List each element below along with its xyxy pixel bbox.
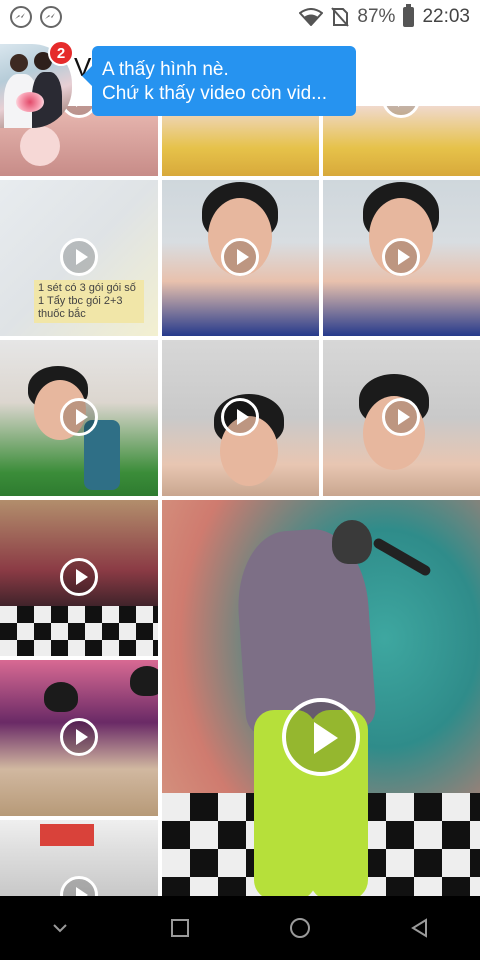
messenger-icon: [10, 6, 32, 28]
chat-head[interactable]: 2: [0, 40, 74, 128]
play-icon: [60, 398, 98, 436]
no-sim-icon: [331, 7, 350, 27]
unread-badge: 2: [48, 40, 74, 66]
wifi-icon: [299, 8, 324, 26]
message-line-1: A thấy hình nè.: [102, 59, 229, 80]
chat-head-message-bubble[interactable]: A thấy hình nè. Chứ k thấy video còn vid…: [82, 46, 356, 116]
media-tile[interactable]: [162, 106, 319, 176]
messenger-icon: [40, 6, 62, 28]
gallery-screen: 87% 22:03 Vi 2 A thấy hình nè. Chứ k thấ…: [0, 0, 480, 960]
message-line-2: Chứ k thấy video còn vid...: [102, 83, 327, 104]
play-icon: [60, 238, 98, 276]
battery-percent: 87%: [357, 6, 396, 27]
play-icon: [221, 238, 259, 276]
play-icon: [221, 398, 259, 436]
play-icon: [282, 698, 360, 776]
chevron-down-icon[interactable]: [30, 898, 90, 958]
play-icon: [382, 238, 420, 276]
play-icon: [60, 718, 98, 756]
status-bar: 87% 22:03: [0, 0, 480, 34]
tile-caption: 1 sét có 3 gói gói số 1 Tẩy tbc gói 2+3 …: [34, 280, 144, 323]
back-icon[interactable]: [390, 898, 450, 958]
recent-apps-icon[interactable]: [150, 898, 210, 958]
navigation-bar: [0, 896, 480, 960]
clock: 22:03: [422, 6, 470, 27]
home-icon[interactable]: [270, 898, 330, 958]
play-icon: [382, 398, 420, 436]
play-icon: [60, 558, 98, 596]
battery-icon: [403, 4, 415, 27]
